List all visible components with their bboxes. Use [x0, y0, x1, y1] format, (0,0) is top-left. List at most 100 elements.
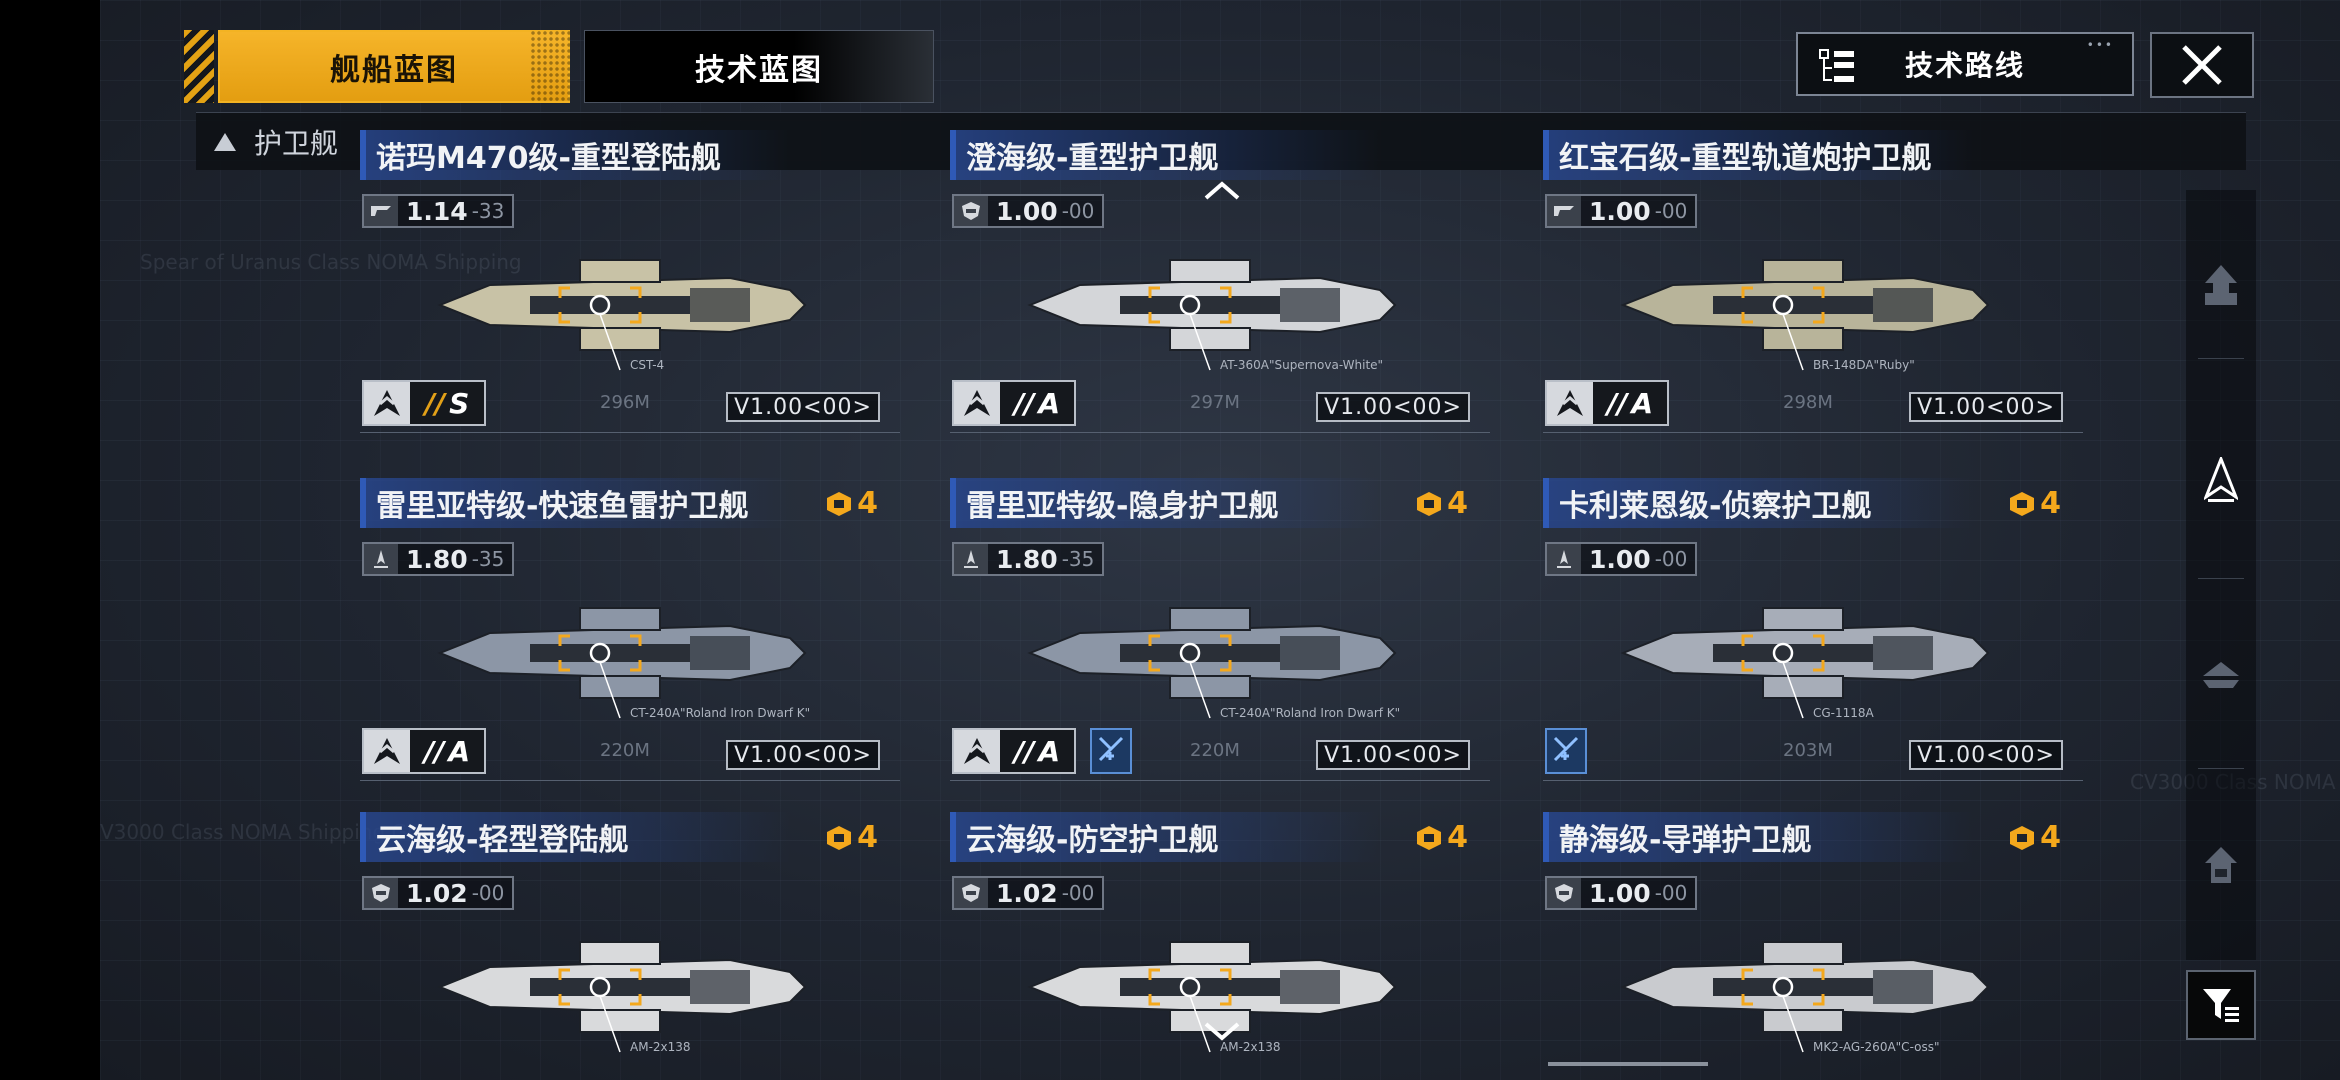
ship-stat-sub: -35: [471, 547, 505, 571]
speed-icon: [1547, 196, 1581, 226]
shield-icon: [954, 878, 988, 908]
ship-name: 静海级-导弹护卫舰: [1543, 812, 1973, 862]
ship-stat: 1.14 -33: [362, 194, 515, 228]
ship-name: 诺玛M470级-重型登陆舰: [360, 130, 790, 180]
skill-badge[interactable]: [1090, 728, 1132, 774]
ship-silhouette-icon: [1620, 607, 1990, 719]
dots-decoration: •••: [2086, 38, 2114, 52]
card-baseline: [950, 432, 1490, 433]
ship-length: 220M: [1190, 740, 1240, 761]
ship-stat-main: 1.02: [406, 878, 468, 908]
ship-weapon: CG-1118A: [1813, 706, 1874, 720]
ship-version: V1.00<00>: [726, 740, 880, 770]
ship-silhouette-icon: [437, 941, 807, 1053]
ship-card[interactable]: 雷里亚特级-快速鱼雷护卫舰 4 1.80 -35 CT-240A"Roland Ir…: [360, 478, 900, 788]
frigate-icon: [2204, 457, 2238, 502]
card-baseline: [360, 432, 900, 433]
ship-stat-sub: -33: [471, 199, 505, 223]
ship-stat: 1.02 -00: [362, 876, 515, 910]
card-baseline: [950, 780, 1490, 781]
ship-stat-main: 1.80: [996, 544, 1058, 574]
tech-route-button[interactable]: 技术路线 •••: [1796, 32, 2134, 96]
ship-length: 220M: [600, 740, 650, 761]
blueprint-cost-icon: [2010, 491, 2035, 516]
ship-name: 澄海级-重型护卫舰: [950, 130, 1380, 180]
card-baseline: [1543, 432, 2083, 433]
filter-button[interactable]: [2186, 970, 2256, 1040]
ship-weapon: CT-240A"Roland Iron Dwarf K": [630, 706, 811, 720]
ship-card[interactable]: 红宝石级-重型轨道炮护卫舰 1.00 -00 BR-148DA"Ruby" //A…: [1543, 130, 2083, 440]
rank-icon: [1547, 382, 1593, 424]
ship-version: V1.00<00>: [1909, 740, 2063, 770]
ship-version: V1.00<00>: [1316, 392, 1470, 422]
cruiser-icon: [2205, 847, 2237, 883]
tab-ship-blueprint-label: 舰船蓝图: [330, 52, 458, 88]
ship-stat: 1.80 -35: [362, 542, 515, 576]
ship-card[interactable]: 卡利莱恩级-侦察护卫舰 4 1.00 -00 CG-1118A 203M V1.00<0…: [1543, 478, 2083, 788]
ship-stat-main: 1.00: [1589, 544, 1651, 574]
ship-cost-value: 4: [1447, 486, 1468, 521]
nav-frigate-active[interactable]: [2186, 445, 2256, 515]
tactical-skill-icon: [1096, 734, 1126, 768]
tech-route-label: 技术路线: [1904, 49, 2025, 82]
card-baseline: [1543, 780, 2083, 781]
nav-cruiser[interactable]: [2186, 830, 2256, 900]
ship-stat-sub: -00: [1061, 199, 1095, 223]
ship-stat-main: 1.14: [406, 196, 468, 226]
ship-rank-badge: //A: [362, 728, 486, 774]
blueprint-cost-icon: [2010, 825, 2035, 850]
ship-weapon: CST-4: [630, 358, 665, 372]
ship-rank: A: [1631, 386, 1654, 420]
ship-rank: A: [448, 734, 471, 768]
ship-name: 红宝石级-重型轨道炮护卫舰: [1543, 130, 1973, 180]
ship-stat-sub: -00: [1061, 881, 1095, 905]
ship-length: 296M: [600, 392, 650, 413]
ship-cost: 4: [825, 820, 878, 855]
ship-card[interactable]: 静海级-导弹护卫舰 4 1.00 -00 MK2-AG-260A"C-oss": [1543, 812, 2083, 1080]
ship-name: 云海级-防空护卫舰: [950, 812, 1380, 862]
left-black-bar: [0, 0, 100, 1080]
ship-card[interactable]: 雷里亚特级-隐身护卫舰 4 1.80 -35 CT-240A"Roland Iron…: [950, 478, 1490, 788]
ship-version: V1.00<00>: [1909, 392, 2063, 422]
ship-cost-value: 4: [1447, 820, 1468, 855]
ship-cost: 4: [1415, 820, 1468, 855]
close-button[interactable]: [2150, 32, 2254, 98]
ship-name: 雷里亚特级-隐身护卫舰: [950, 478, 1380, 528]
thruster-icon: [1547, 544, 1581, 574]
ship-length: 298M: [1783, 392, 1833, 413]
scroll-down-icon[interactable]: [1202, 1020, 1242, 1044]
scroll-up-icon[interactable]: [1202, 178, 1242, 202]
tab-tech-blueprint[interactable]: 技术蓝图: [584, 30, 934, 103]
collapse-triangle-icon: [214, 132, 236, 151]
skill-badge[interactable]: [1545, 728, 1587, 774]
ship-stat: 1.00 -00: [1545, 542, 1698, 576]
tab-ship-blueprint[interactable]: 舰船蓝图: [218, 30, 570, 103]
ship-silhouette-icon: [1620, 259, 1990, 371]
ship-stat-sub: -00: [1654, 547, 1688, 571]
nav-carrier[interactable]: [2186, 250, 2256, 320]
ship-card[interactable]: 诺玛M470级-重型登陆舰 1.14 -33 CST-4 //S 296M V1.0…: [360, 130, 900, 440]
nav-destroyer[interactable]: [2186, 640, 2256, 710]
tactical-skill-icon: [1551, 734, 1581, 768]
horizontal-scroll-indicator: [1548, 1062, 1708, 1066]
ship-rank-badge: //A: [952, 380, 1076, 426]
rank-icon: [364, 730, 410, 772]
ship-card[interactable]: 云海级-轻型登陆舰 4 1.02 -00 AM-2x138: [360, 812, 900, 1080]
ship-silhouette-icon: [437, 259, 807, 371]
ship-cost-value: 4: [2040, 486, 2061, 521]
ship-class-sidenav: [2186, 190, 2256, 960]
ship-stat: 1.00 -00: [1545, 876, 1698, 910]
ship-version: V1.00<00>: [726, 392, 880, 422]
ship-cost: 4: [1415, 486, 1468, 521]
ship-stat-main: 1.80: [406, 544, 468, 574]
ship-stat-main: 1.02: [996, 878, 1058, 908]
ship-cost: 4: [825, 486, 878, 521]
close-icon: [2182, 45, 2222, 85]
ship-name: 云海级-轻型登陆舰: [360, 812, 790, 862]
ship-stat-sub: -00: [1654, 881, 1688, 905]
ship-weapon: AM-2x138: [630, 1040, 691, 1054]
ship-length: 297M: [1190, 392, 1240, 413]
tab-accent-stripes: [184, 30, 214, 103]
ship-card[interactable]: 澄海级-重型护卫舰 1.00 -00 AT-360A"Supernova-Whit…: [950, 130, 1490, 440]
shield-icon: [954, 196, 988, 226]
